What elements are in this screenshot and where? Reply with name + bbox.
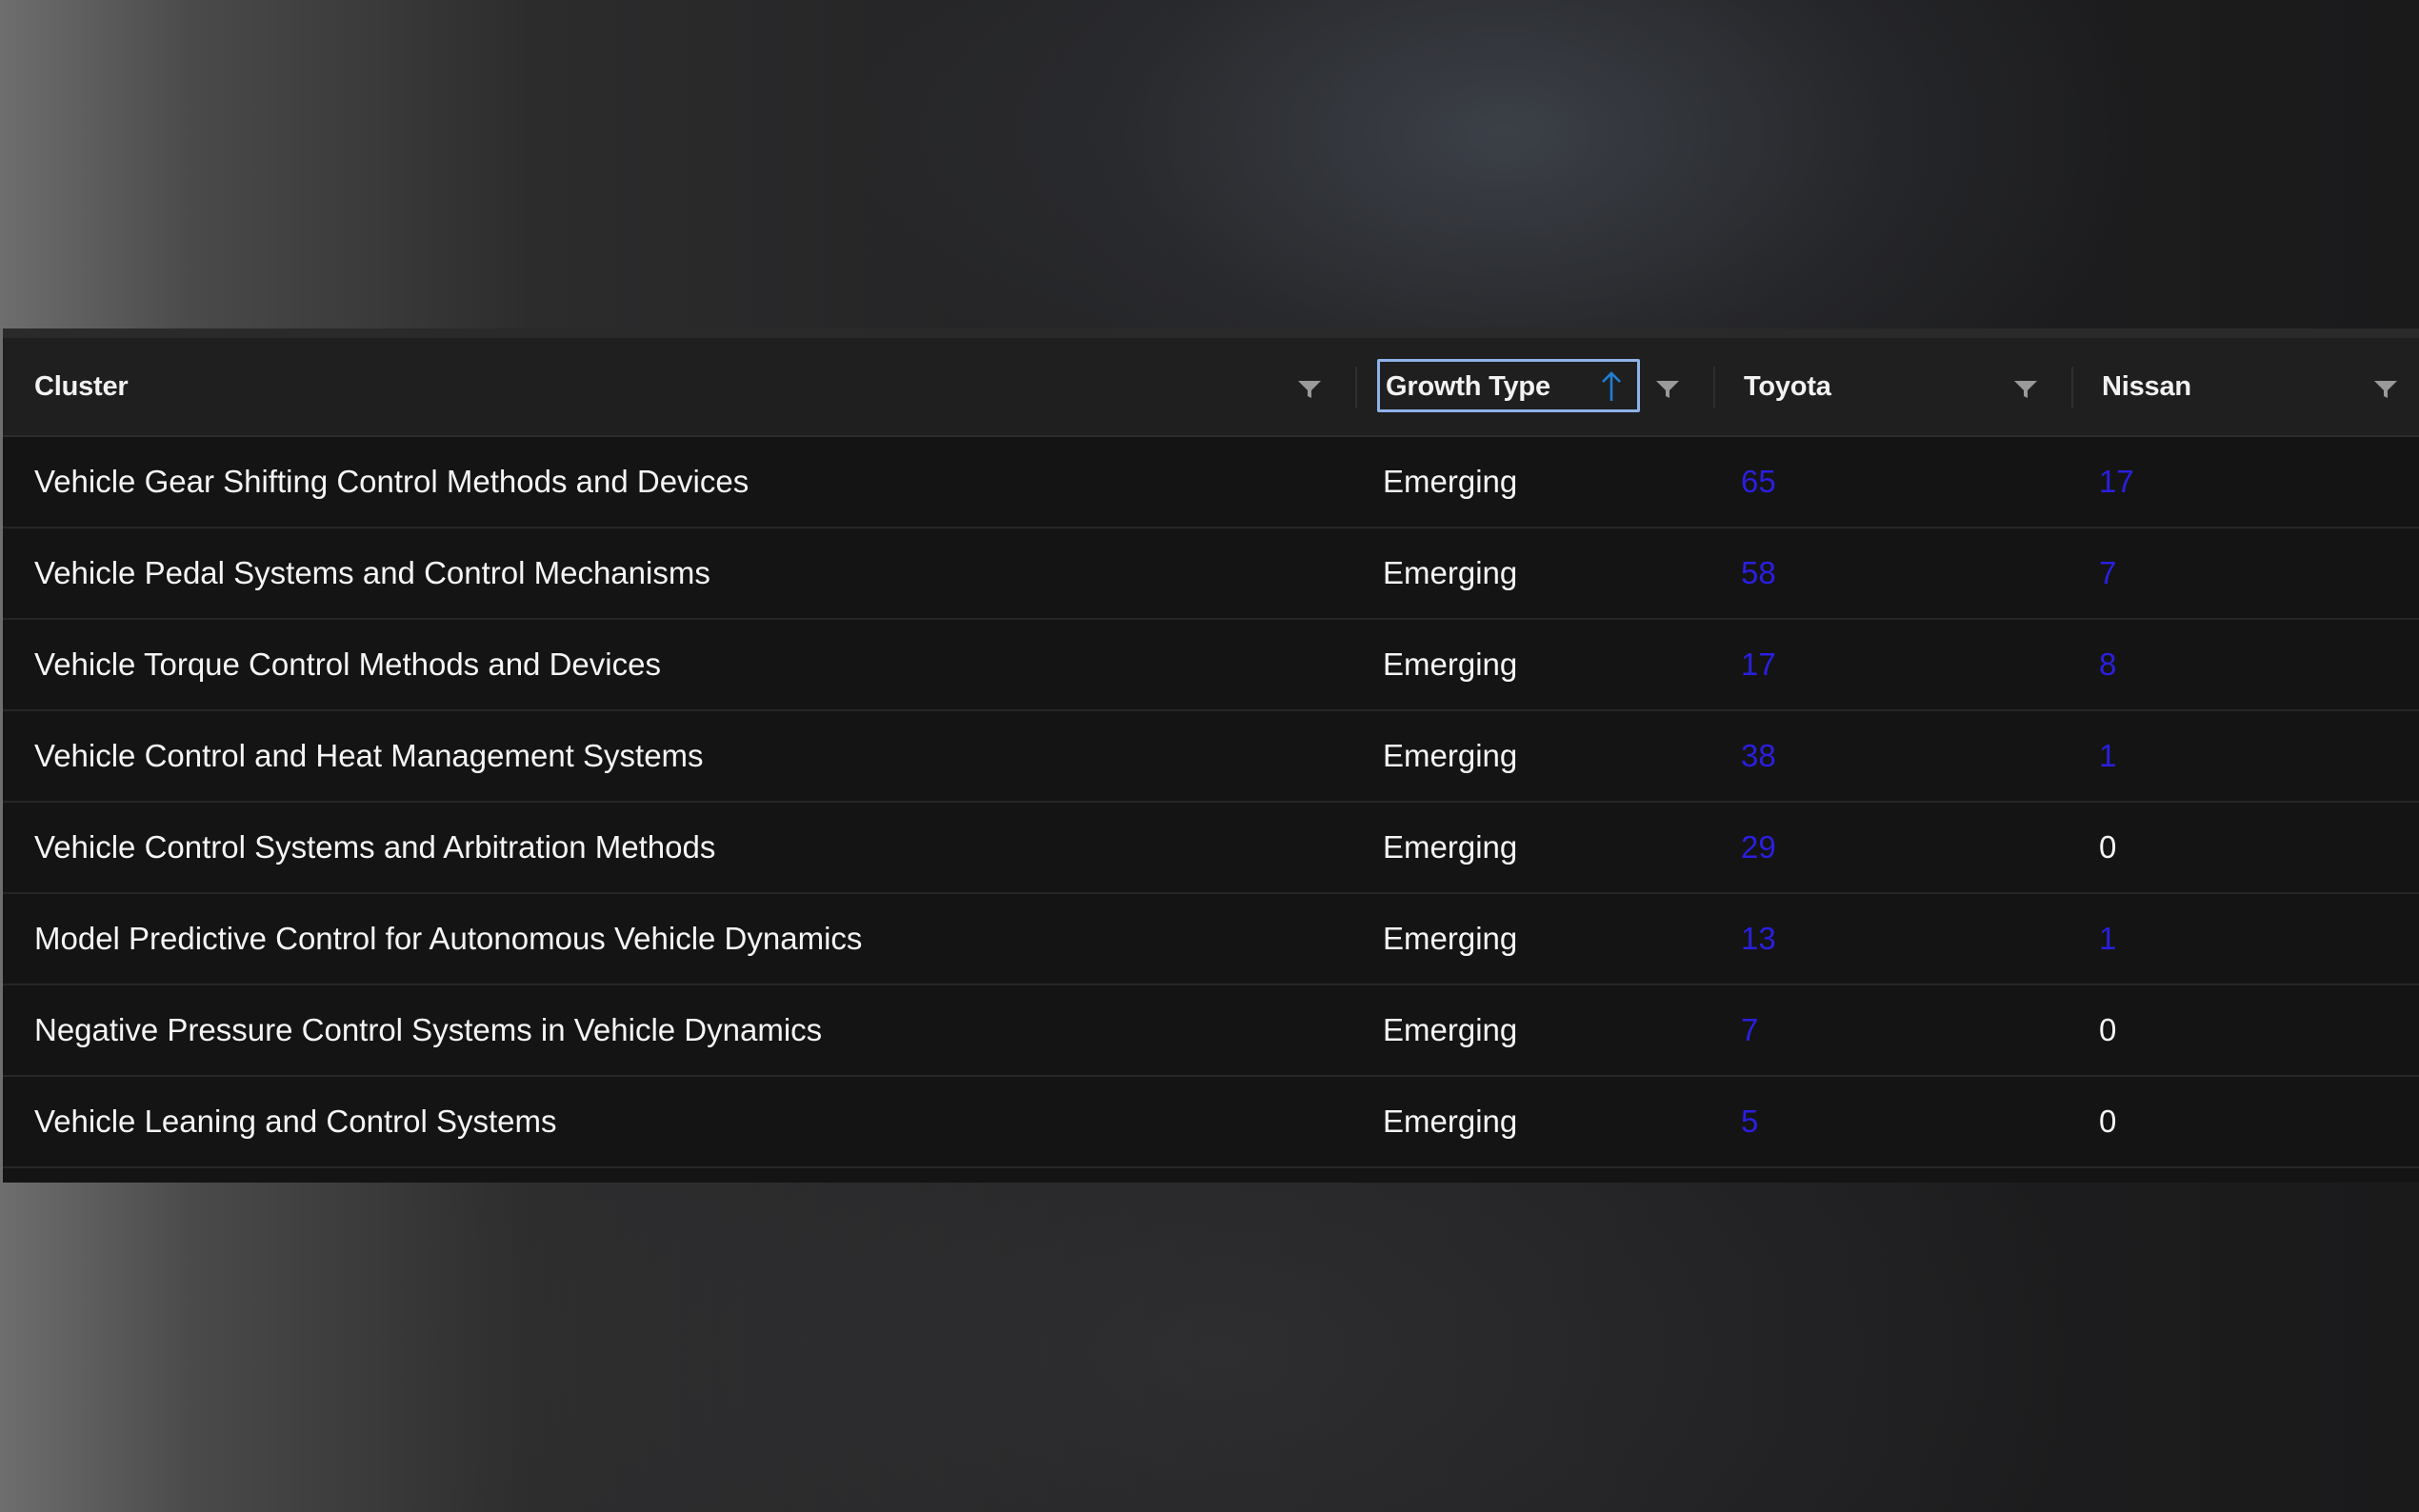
toyota-count-link[interactable]: 5 [1741, 1077, 1758, 1166]
cluster-cell: Vehicle Control and Heat Management Syst… [34, 738, 704, 773]
growth-type-cell: Emerging [1383, 829, 1518, 865]
toyota-count-link[interactable]: 29 [1741, 803, 1776, 892]
header-nissan-label: Nissan [2102, 370, 2191, 402]
cluster-cell: Vehicle Leaning and Control Systems [34, 1104, 557, 1139]
column-separator [1355, 367, 1357, 408]
growth-type-cell: Emerging [1383, 1012, 1518, 1047]
filter-icon[interactable] [1296, 379, 1323, 400]
filter-icon[interactable] [1654, 379, 1681, 400]
growth-type-cell: Emerging [1383, 921, 1518, 956]
growth-type-cell: Emerging [1383, 464, 1518, 499]
toyota-count-link[interactable]: 17 [1741, 620, 1776, 709]
cluster-cell: Model Predictive Control for Autonomous … [34, 921, 863, 956]
growth-type-cell: Emerging [1383, 555, 1518, 590]
toyota-count-link[interactable]: 58 [1741, 528, 1776, 618]
header-toyota-label: Toyota [1744, 370, 1831, 402]
table-row[interactable]: Model Predictive Control for Autonomous … [3, 894, 2419, 985]
growth-type-cell: Emerging [1383, 647, 1518, 682]
header-nissan[interactable]: Nissan [2102, 338, 2191, 435]
arrow-up-icon[interactable] [1599, 370, 1624, 403]
cluster-cell: Vehicle Pedal Systems and Control Mechan… [34, 555, 710, 590]
header-toyota[interactable]: Toyota [1744, 338, 1831, 435]
grid-header: Cluster Growth Type Toyota Nissan [3, 338, 2419, 437]
nissan-count-value: 0 [2099, 1012, 2117, 1047]
nissan-count-value: 0 [2099, 829, 2117, 865]
table-row[interactable]: Vehicle Gear Shifting Control Methods an… [3, 437, 2419, 528]
nissan-count-link[interactable]: 1 [2099, 894, 2116, 984]
nissan-count-link[interactable]: 8 [2099, 620, 2116, 709]
table-row[interactable]: Negative Pressure Control Systems in Veh… [3, 985, 2419, 1077]
growth-type-cell: Emerging [1383, 1104, 1518, 1139]
nissan-count-link[interactable]: 7 [2099, 528, 2116, 618]
cluster-cell: Negative Pressure Control Systems in Veh… [34, 1012, 823, 1047]
toyota-count-link[interactable]: 65 [1741, 437, 1776, 527]
cluster-cell: Vehicle Gear Shifting Control Methods an… [34, 464, 750, 499]
table-row[interactable]: Vehicle Torque Control Methods and Devic… [3, 620, 2419, 711]
toyota-count-link[interactable]: 38 [1741, 711, 1776, 801]
header-growth-type[interactable]: Growth Type [1386, 338, 1550, 435]
cluster-cell: Vehicle Torque Control Methods and Devic… [34, 647, 661, 682]
growth-type-cell: Emerging [1383, 738, 1518, 773]
table-row[interactable]: Vehicle Pedal Systems and Control Mechan… [3, 528, 2419, 620]
toyota-count-link[interactable]: 13 [1741, 894, 1776, 984]
filter-icon[interactable] [2012, 379, 2039, 400]
nissan-count-link[interactable]: 1 [2099, 711, 2116, 801]
cluster-cell: Vehicle Control Systems and Arbitration … [34, 829, 716, 865]
column-separator [2071, 367, 2073, 408]
table-row[interactable]: Vehicle Control and Heat Management Syst… [3, 711, 2419, 803]
table-row[interactable]: Vehicle Control Systems and Arbitration … [3, 803, 2419, 894]
table-row[interactable]: Vehicle Leaning and Control Systems Emer… [3, 1077, 2419, 1168]
filter-icon[interactable] [2372, 379, 2399, 400]
header-cluster-label: Cluster [34, 370, 129, 402]
header-growth-type-label: Growth Type [1386, 370, 1550, 402]
toyota-count-link[interactable]: 7 [1741, 985, 1758, 1075]
data-grid: Cluster Growth Type Toyota Nissan Vehicl… [3, 328, 2419, 1183]
column-separator [1713, 367, 1715, 408]
nissan-count-value: 0 [2099, 1104, 2117, 1139]
header-cluster[interactable]: Cluster [34, 338, 129, 435]
nissan-count-link[interactable]: 17 [2099, 437, 2134, 527]
